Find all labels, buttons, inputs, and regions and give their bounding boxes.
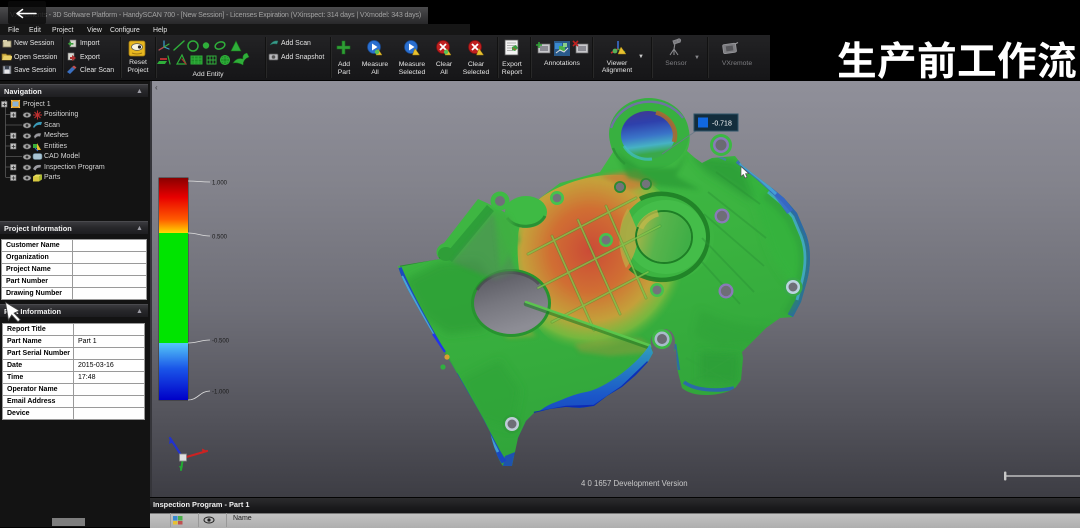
svg-text:0.500: 0.500 [212, 235, 228, 241]
svg-text:-0.718: -0.718 [712, 121, 732, 128]
svg-text:1.000: 1.000 [212, 181, 228, 187]
svg-text:-0.500: -0.500 [212, 339, 230, 345]
svg-text:-1.000: -1.000 [212, 390, 230, 396]
